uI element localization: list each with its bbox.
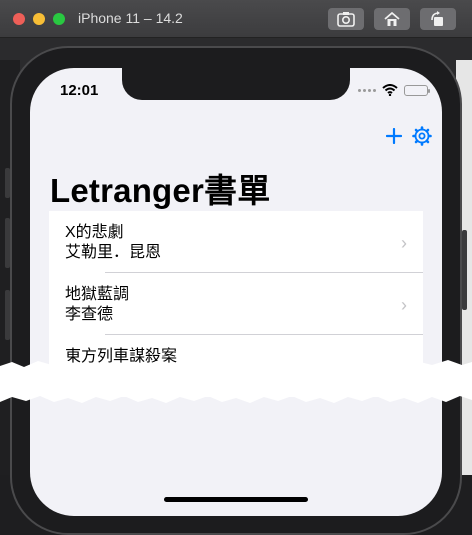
gear-icon[interactable]: [412, 126, 432, 146]
list-item[interactable]: 地獄藍調 李查德 ›: [49, 273, 423, 335]
power-button: [462, 230, 467, 310]
screenshot-button[interactable]: [328, 8, 364, 30]
minimize-window-button[interactable]: [33, 13, 45, 25]
mute-switch: [5, 168, 10, 198]
chevron-right-icon: ›: [401, 295, 407, 315]
book-title: X的悲劇: [65, 224, 124, 241]
screenshot-icon: [337, 12, 355, 27]
volume-up-button: [5, 218, 10, 268]
wifi-icon: [382, 84, 398, 96]
battery-icon: [404, 84, 430, 96]
page-title: Letranger書單: [50, 172, 271, 209]
rotate-icon: [431, 11, 443, 26]
plus-icon[interactable]: [386, 128, 402, 144]
home-icon: [384, 11, 400, 26]
rotate-button[interactable]: [420, 8, 456, 30]
book-author: 李查德: [65, 306, 114, 323]
status-time: 12:01: [60, 82, 99, 99]
window-title: iPhone 11 – 14.2: [78, 10, 183, 26]
book-title: 地獄藍調: [65, 286, 130, 303]
close-window-button[interactable]: [13, 13, 25, 25]
phone-screen: 12:01 Letranger書單 X的悲劇 艾勒里．昆恩 › 地獄藍調 李查德…: [30, 68, 442, 516]
status-icons: [358, 84, 430, 96]
book-author: 艾勒里．昆恩: [65, 244, 162, 261]
volume-down-button: [5, 290, 10, 340]
chevron-right-icon: ›: [401, 233, 407, 253]
cellular-icon: [358, 88, 376, 92]
list-item[interactable]: X的悲劇 艾勒里．昆恩 ›: [49, 211, 423, 273]
notch: [122, 68, 350, 100]
nav-bar-buttons: [386, 126, 432, 146]
home-indicator[interactable]: [164, 497, 308, 502]
maximize-window-button[interactable]: [53, 13, 65, 25]
home-button[interactable]: [374, 8, 410, 30]
torn-edge-overlay: [0, 360, 472, 403]
simulator-title-bar: iPhone 11 – 14.2: [0, 0, 472, 38]
